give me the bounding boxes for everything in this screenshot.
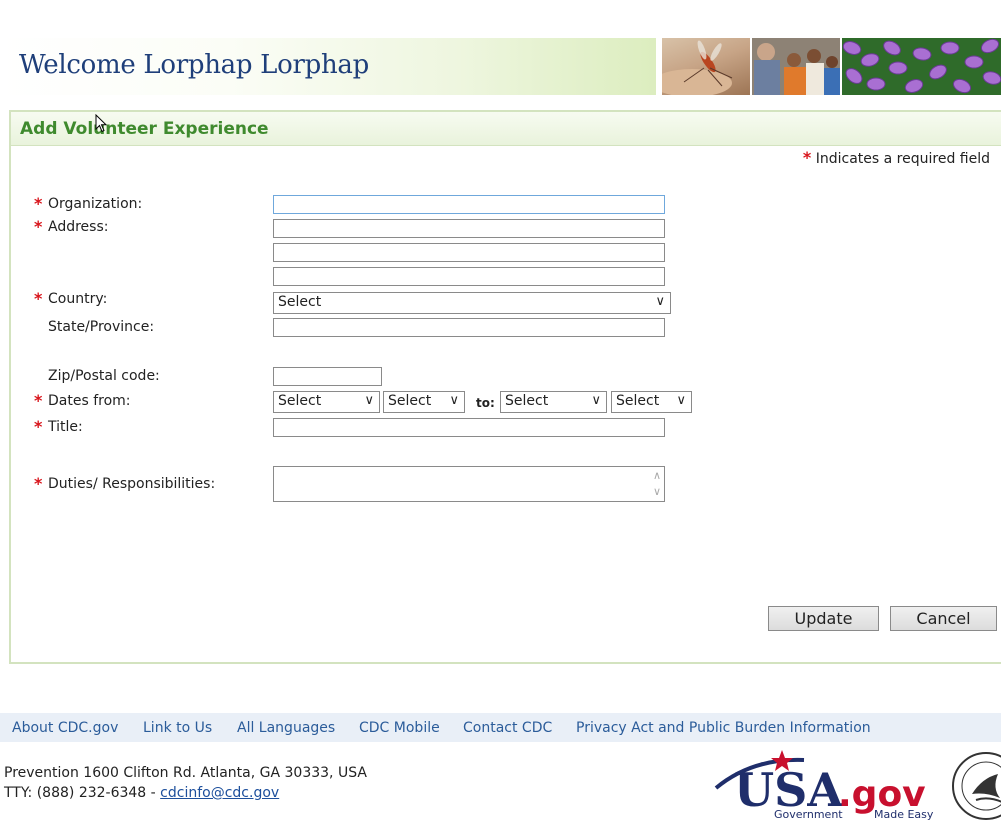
update-button[interactable]: Update: [768, 606, 879, 631]
cancel-button[interactable]: Cancel: [890, 606, 997, 631]
scroll-up-icon[interactable]: ∧: [653, 469, 661, 482]
svg-text:Made Easy: Made Easy: [874, 808, 934, 821]
required-star-icon: *: [34, 217, 43, 236]
chevron-down-icon: ∨: [591, 393, 601, 408]
required-star-icon: *: [34, 417, 43, 436]
footer-link-languages[interactable]: All Languages: [237, 720, 335, 736]
header-banner: Welcome Lorphap Lorphap: [0, 38, 1001, 95]
country-select[interactable]: Select ∨: [273, 292, 671, 314]
footer-link-privacy[interactable]: Privacy Act and Public Burden Informatio…: [576, 720, 871, 736]
email-link[interactable]: cdcinfo@cdc.gov: [160, 785, 279, 801]
bacteria-photo: [842, 38, 1001, 95]
people-photo: [752, 38, 840, 95]
from-year-select[interactable]: Select ∨: [383, 391, 465, 413]
zip-input[interactable]: [273, 367, 382, 386]
chevron-down-icon: ∨: [449, 393, 459, 408]
volunteer-form-panel: Add Volunteer Experience * Indicates a r…: [9, 110, 1001, 664]
chevron-down-icon: ∨: [655, 294, 665, 309]
footer-link-about[interactable]: About CDC.gov: [12, 720, 118, 736]
address-line2-input[interactable]: [273, 243, 665, 262]
required-star-icon: *: [802, 148, 812, 167]
footer-link-mobile[interactable]: CDC Mobile: [359, 720, 440, 736]
country-label: * Country:: [34, 289, 108, 308]
mosquito-photo: [662, 38, 750, 95]
to-month-select[interactable]: Select ∨: [500, 391, 607, 413]
scroll-down-icon[interactable]: ∨: [653, 485, 661, 498]
form-title: Add Volunteer Experience: [20, 119, 269, 139]
required-star-icon: *: [34, 194, 43, 213]
duties-label: * Duties/ Responsibilities:: [34, 474, 216, 493]
title-input[interactable]: [273, 418, 665, 437]
required-star-icon: *: [34, 474, 43, 493]
required-note: * Indicates a required field: [803, 148, 990, 167]
from-month-select[interactable]: Select ∨: [273, 391, 380, 413]
chevron-down-icon: ∨: [676, 393, 686, 408]
address-label: * Address:: [34, 217, 109, 236]
required-star-icon: *: [34, 391, 43, 410]
footer-contact: TTY: (888) 232-6348 - cdcinfo@cdc.gov: [4, 785, 280, 801]
usa-gov-logo[interactable]: USA .gov Government Made Easy: [712, 750, 942, 822]
mouse-cursor-icon: [95, 114, 108, 133]
to-year-select[interactable]: Select ∨: [611, 391, 692, 413]
duties-textarea[interactable]: ∧ ∨: [273, 466, 665, 502]
hhs-seal-icon: [952, 752, 1001, 820]
required-star-icon: *: [34, 289, 43, 308]
state-input[interactable]: [273, 318, 665, 337]
panel-header: Add Volunteer Experience: [11, 112, 1001, 146]
footer-link-link-to-us[interactable]: Link to Us: [143, 720, 212, 736]
title-label: * Title:: [34, 417, 83, 436]
zip-label: Zip/Postal code:: [48, 368, 160, 384]
footer-link-contact[interactable]: Contact CDC: [463, 720, 552, 736]
state-label: State/Province:: [48, 319, 155, 335]
dates-from-label: * Dates from:: [34, 391, 131, 410]
chevron-down-icon: ∨: [364, 393, 374, 408]
welcome-heading: Welcome Lorphap Lorphap: [19, 50, 369, 80]
organization-input[interactable]: [273, 195, 665, 214]
organization-label: * Organization:: [34, 194, 143, 213]
address-line1-input[interactable]: [273, 219, 665, 238]
required-note-text: Indicates a required field: [815, 151, 990, 167]
svg-text:Government: Government: [774, 808, 843, 821]
footer-nav: About CDC.gov Link to Us All Languages C…: [0, 713, 1001, 742]
to-label: to:: [476, 396, 495, 410]
address-line3-input[interactable]: [273, 267, 665, 286]
footer-address: Prevention 1600 Clifton Rd. Atlanta, GA …: [4, 765, 367, 781]
